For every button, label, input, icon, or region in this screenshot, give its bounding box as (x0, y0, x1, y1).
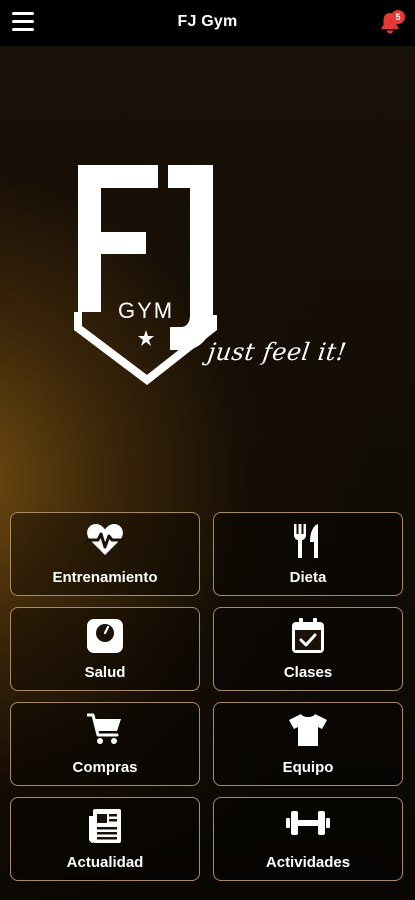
utensils-icon (214, 523, 402, 559)
menu-tile-label: Dieta (289, 569, 327, 586)
menu-tile-label: Equipo (282, 759, 334, 776)
menu-tile-label: Actividades (265, 854, 351, 871)
menu-tile-salud[interactable]: Salud (10, 607, 200, 691)
menu-tile-label: Actualidad (66, 854, 144, 871)
calendar-check-icon (214, 618, 402, 654)
app-screen: FJ Gym 5 GYM just feel it! Entrenamiento… (0, 0, 415, 900)
logo-gym-text: GYM (118, 298, 174, 323)
shopping-cart-icon (11, 713, 199, 749)
menu-tile-label: Entrenamiento (52, 569, 158, 586)
menu-tile-label: Clases (283, 664, 333, 681)
newspaper-icon (11, 808, 199, 844)
logo-tagline: just feel it! (206, 338, 349, 366)
menu-tile-compras[interactable]: Compras (10, 702, 200, 786)
heartbeat-icon (11, 523, 199, 559)
menu-tile-actualidad[interactable]: Actualidad (10, 797, 200, 881)
tshirt-icon (214, 713, 402, 749)
menu-tile-equipo[interactable]: Equipo (213, 702, 403, 786)
menu-tile-label: Salud (84, 664, 126, 681)
dumbbell-icon (214, 808, 402, 844)
menu-tile-dieta[interactable]: Dieta (213, 512, 403, 596)
menu-tile-actividades[interactable]: Actividades (213, 797, 403, 881)
menu-tile-entrenamiento[interactable]: Entrenamiento (10, 512, 200, 596)
app-title: FJ Gym (177, 13, 238, 30)
notification-badge: 5 (391, 10, 405, 24)
menu-tile-clases[interactable]: Clases (213, 607, 403, 691)
top-app-bar: FJ Gym 5 (0, 0, 415, 46)
scale-icon (11, 618, 199, 654)
menu-tile-label: Compras (72, 759, 138, 776)
